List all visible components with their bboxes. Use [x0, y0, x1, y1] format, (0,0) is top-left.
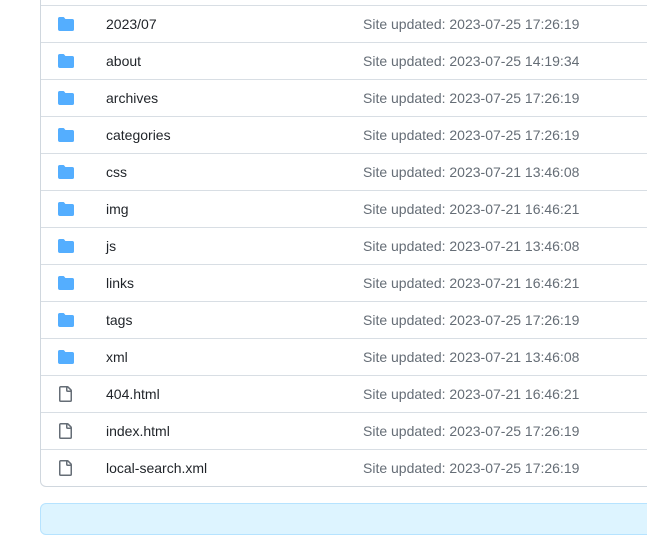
folder-icon: [41, 312, 106, 328]
commit-message[interactable]: Site updated: 2023-07-21 16:46:21: [363, 386, 579, 402]
file-name-link[interactable]: xml: [106, 349, 363, 365]
commit-message[interactable]: Site updated: 2023-07-25 17:26:19: [363, 16, 579, 32]
folder-icon: [41, 53, 106, 69]
file-name-link[interactable]: tags: [106, 312, 363, 328]
file-row[interactable]: local-search.xml Site updated: 2023-07-2…: [41, 449, 647, 486]
file-name-link[interactable]: archives: [106, 90, 363, 106]
commit-message[interactable]: Site updated: 2023-07-25 14:19:34: [363, 53, 579, 69]
file-row[interactable]: 2023/07 Site updated: 2023-07-25 17:26:1…: [41, 5, 647, 42]
commit-message[interactable]: Site updated: 2023-07-21 13:46:08: [363, 164, 579, 180]
folder-icon: [41, 164, 106, 180]
commit-message[interactable]: Site updated: 2023-07-21 16:46:21: [363, 201, 579, 217]
folder-icon: [41, 275, 106, 291]
folder-icon: [41, 16, 106, 32]
file-icon: [41, 460, 106, 476]
file-name-link[interactable]: 2023/07: [106, 16, 363, 32]
file-row[interactable]: css Site updated: 2023-07-21 13:46:08: [41, 153, 647, 190]
file-name-link[interactable]: css: [106, 164, 363, 180]
file-row[interactable]: img Site updated: 2023-07-21 16:46:21: [41, 190, 647, 227]
folder-icon: [41, 127, 106, 143]
file-name-link[interactable]: links: [106, 275, 363, 291]
commit-message[interactable]: Site updated: 2023-07-21 13:46:08: [363, 349, 579, 365]
file-row[interactable]: js Site updated: 2023-07-21 13:46:08: [41, 227, 647, 264]
file-name-link[interactable]: js: [106, 238, 363, 254]
commit-message[interactable]: Site updated: 2023-07-25 17:26:19: [363, 127, 579, 143]
folder-icon: [41, 90, 106, 106]
commit-message[interactable]: Site updated: 2023-07-21 16:46:21: [363, 275, 579, 291]
file-name-link[interactable]: categories: [106, 127, 363, 143]
file-name-link[interactable]: img: [106, 201, 363, 217]
info-banner: [40, 503, 647, 535]
file-row[interactable]: 404.html Site updated: 2023-07-21 16:46:…: [41, 375, 647, 412]
file-name-link[interactable]: local-search.xml: [106, 460, 363, 476]
file-row[interactable]: index.html Site updated: 2023-07-25 17:2…: [41, 412, 647, 449]
file-name-link[interactable]: index.html: [106, 423, 363, 439]
file-row[interactable]: links Site updated: 2023-07-21 16:46:21: [41, 264, 647, 301]
file-icon: [41, 386, 106, 402]
file-name-link[interactable]: about: [106, 53, 363, 69]
folder-icon: [41, 349, 106, 365]
file-name-link[interactable]: 404.html: [106, 386, 363, 402]
file-row[interactable]: tags Site updated: 2023-07-25 17:26:19: [41, 301, 647, 338]
file-row[interactable]: about Site updated: 2023-07-25 14:19:34: [41, 42, 647, 79]
commit-message[interactable]: Site updated: 2023-07-25 17:26:19: [363, 460, 579, 476]
file-icon: [41, 423, 106, 439]
folder-icon: [41, 201, 106, 217]
commit-message[interactable]: Site updated: 2023-07-25 17:26:19: [363, 423, 579, 439]
file-list: 2023/07 Site updated: 2023-07-25 17:26:1…: [40, 0, 647, 487]
file-row[interactable]: archives Site updated: 2023-07-25 17:26:…: [41, 79, 647, 116]
commit-message[interactable]: Site updated: 2023-07-21 13:46:08: [363, 238, 579, 254]
commit-message[interactable]: Site updated: 2023-07-25 17:26:19: [363, 312, 579, 328]
file-row[interactable]: categories Site updated: 2023-07-25 17:2…: [41, 116, 647, 153]
file-row[interactable]: xml Site updated: 2023-07-21 13:46:08: [41, 338, 647, 375]
folder-icon: [41, 238, 106, 254]
commit-message[interactable]: Site updated: 2023-07-25 17:26:19: [363, 90, 579, 106]
